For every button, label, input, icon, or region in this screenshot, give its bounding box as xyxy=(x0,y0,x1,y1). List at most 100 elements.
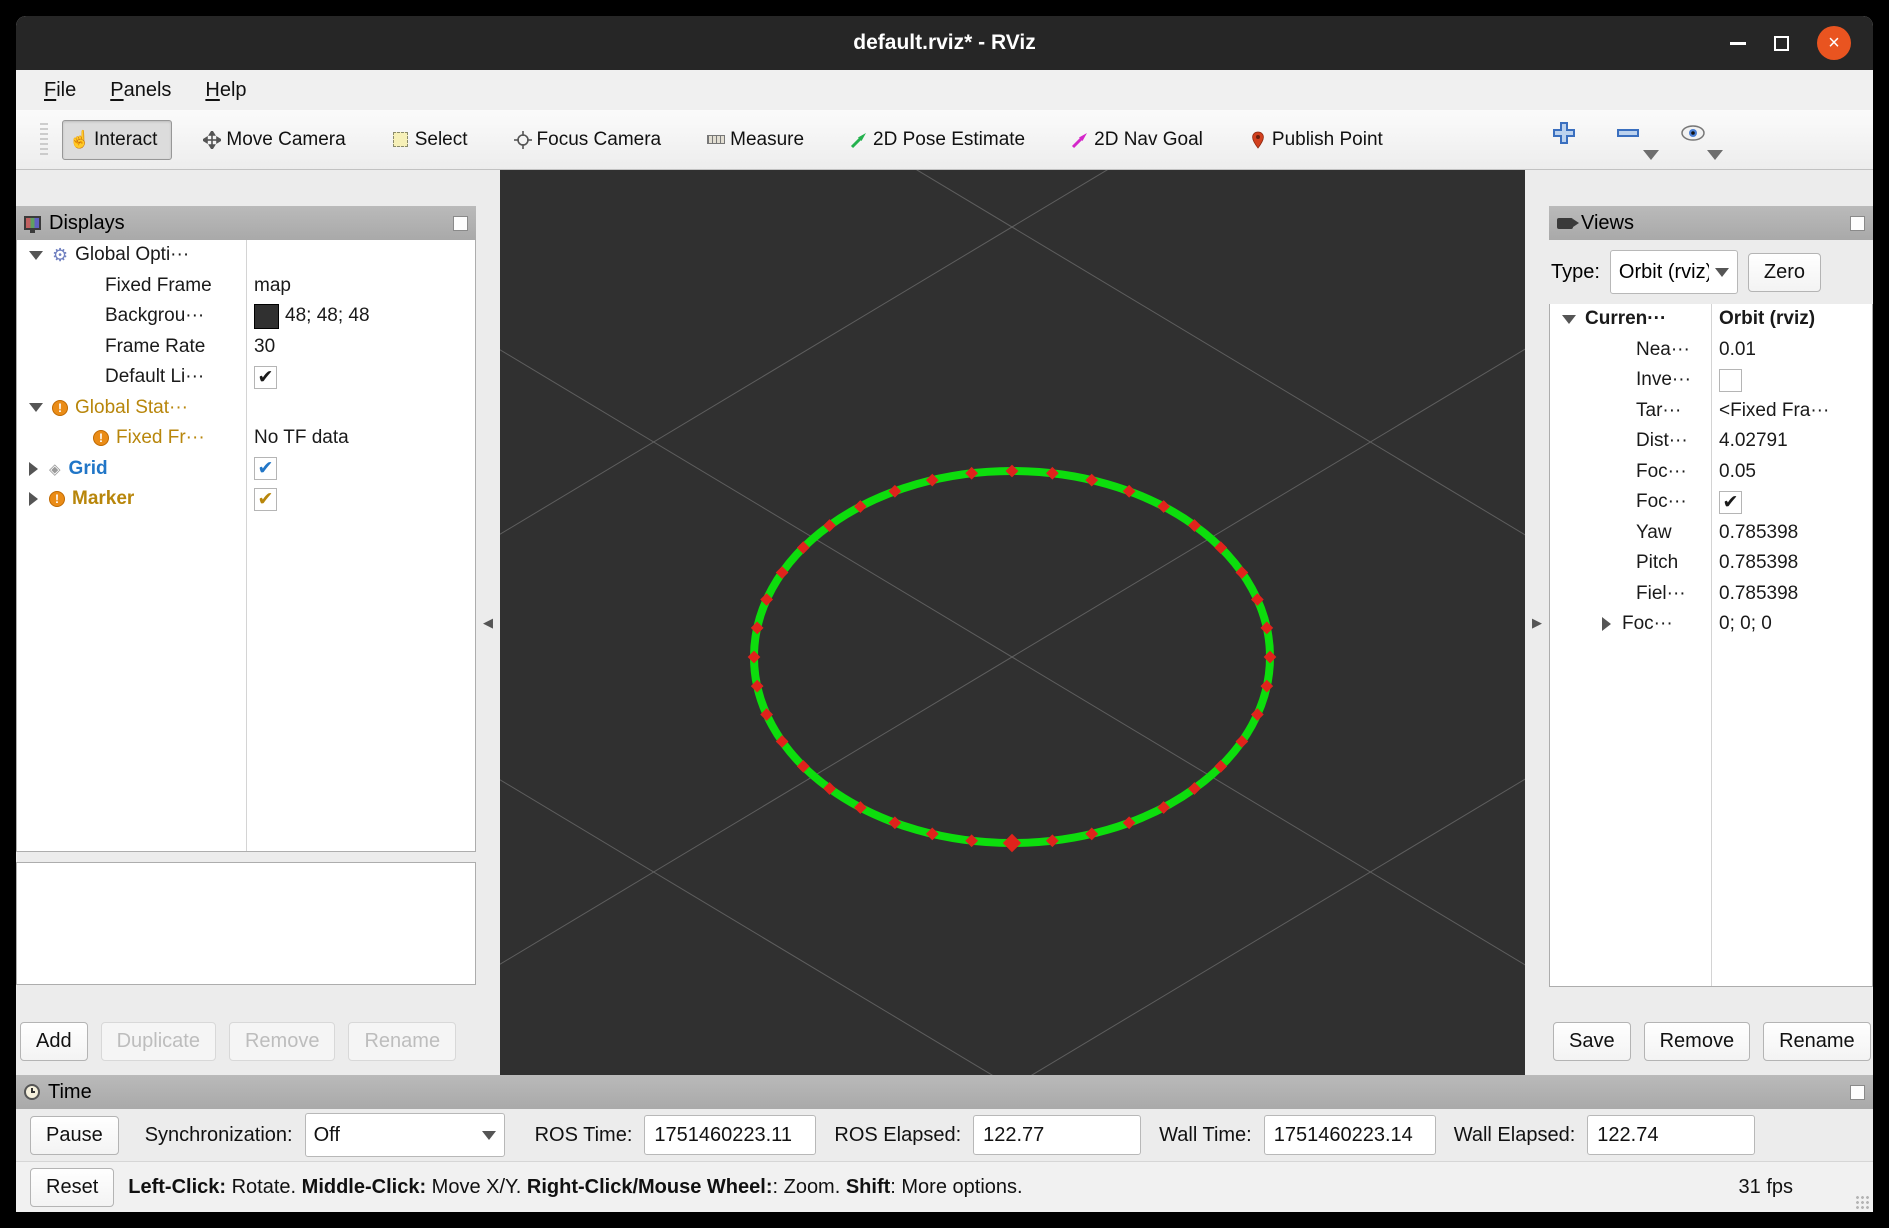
add-plus-icon xyxy=(1551,133,1577,150)
status-bar: Reset Left-Click: Rotate. Middle-Click: … xyxy=(16,1161,1873,1212)
toolbar: ☝ Interact Move Camera Select Focus Came… xyxy=(16,110,1873,170)
fps-counter: 31 fps xyxy=(1739,1176,1793,1199)
ros-time-field[interactable]: 1751460223.11 xyxy=(644,1115,816,1155)
views-panel-titlebar: Views xyxy=(1549,206,1873,240)
viewport-canvas xyxy=(500,170,1525,1075)
pause-button[interactable]: Pause xyxy=(30,1116,119,1155)
time-controls: Pause Synchronization: Off ROS Time: 175… xyxy=(16,1109,1873,1161)
chevron-down-icon[interactable] xyxy=(1707,150,1723,160)
minimize-icon[interactable] xyxy=(1730,42,1746,45)
move-arrows-icon xyxy=(203,131,221,149)
tool-select-button[interactable]: Select xyxy=(383,120,483,160)
checkbox-checked[interactable]: ✔ xyxy=(254,488,277,511)
collapse-left-icon[interactable]: ◀ xyxy=(483,615,493,631)
tool-focus-camera-button[interactable]: Focus Camera xyxy=(505,120,677,160)
left-splitter[interactable]: ◀ xyxy=(476,170,500,1075)
chevron-down-icon[interactable] xyxy=(1643,150,1659,160)
displays-icon xyxy=(24,216,41,230)
views-float-button[interactable] xyxy=(1850,216,1865,231)
toolbar-right-group xyxy=(1551,120,1713,160)
time-panel: Time Pause Synchronization: Off ROS Time… xyxy=(16,1075,1873,1161)
add-tool-button[interactable] xyxy=(1551,120,1585,160)
checkbox-checked[interactable]: ✔ xyxy=(254,366,277,389)
resize-grip[interactable] xyxy=(1855,1195,1869,1209)
gear-icon: ⚙ xyxy=(52,245,68,266)
displays-panel-titlebar: Displays xyxy=(16,206,476,240)
menu-file[interactable]: File xyxy=(44,79,76,102)
time-panel-title: Time xyxy=(48,1081,92,1104)
wall-elapsed-field[interactable]: 122.74 xyxy=(1587,1115,1755,1155)
ros-elapsed-field[interactable]: 122.77 xyxy=(973,1115,1141,1155)
wall-elapsed-label: Wall Elapsed: xyxy=(1454,1124,1576,1147)
wall-time-label: Wall Time: xyxy=(1159,1124,1252,1147)
time-float-button[interactable] xyxy=(1850,1085,1865,1100)
displays-panel: Displays ⚙Global Opti··· Fixed Frame map… xyxy=(16,170,476,1075)
duplicate-button: Duplicate xyxy=(101,1022,216,1061)
main-area: Displays ⚙Global Opti··· Fixed Frame map… xyxy=(16,170,1873,1075)
tool-2d-nav-goal-button[interactable]: 2D Nav Goal xyxy=(1062,120,1218,160)
zero-button[interactable]: Zero xyxy=(1748,253,1821,292)
save-button[interactable]: Save xyxy=(1553,1022,1631,1061)
views-icon xyxy=(1557,218,1573,229)
remove-tool-button[interactable] xyxy=(1615,120,1649,160)
rename-view-button[interactable]: Rename xyxy=(1763,1022,1871,1061)
displays-panel-title: Displays xyxy=(49,212,125,235)
collapse-right-icon[interactable]: ▶ xyxy=(1532,615,1542,631)
column-divider[interactable] xyxy=(1711,304,1712,986)
toolbar-drag-handle[interactable] xyxy=(40,123,48,157)
clock-icon xyxy=(24,1084,40,1100)
green-arrow-icon xyxy=(850,131,868,149)
column-divider[interactable] xyxy=(246,240,247,851)
warning-icon: ! xyxy=(93,430,109,446)
window-title: default.rviz* - RViz xyxy=(853,31,1035,55)
add-button[interactable]: Add xyxy=(20,1022,88,1061)
rviz-window: default.rviz* - RViz × File Panels Help … xyxy=(0,0,1889,1228)
views-panel: Views Type: Orbit (rviz) Zero Curren··· … xyxy=(1549,170,1873,1075)
menubar: File Panels Help xyxy=(16,70,1873,110)
sync-select[interactable]: Off xyxy=(305,1113,505,1157)
collapsed-arrow-icon[interactable] xyxy=(1602,617,1611,631)
visibility-tool-button[interactable] xyxy=(1679,120,1713,160)
remove-minus-icon xyxy=(1615,133,1641,150)
rename-button: Rename xyxy=(348,1022,456,1061)
tool-interact-button[interactable]: ☝ Interact xyxy=(62,120,172,160)
remove-view-button[interactable]: Remove xyxy=(1644,1022,1750,1061)
grid-icon: ◈ xyxy=(49,460,61,478)
displays-float-button[interactable] xyxy=(453,216,468,231)
collapsed-arrow-icon[interactable] xyxy=(29,462,38,476)
expanded-arrow-icon[interactable] xyxy=(29,403,43,412)
warning-icon: ! xyxy=(49,491,65,507)
checkbox-checked[interactable]: ✔ xyxy=(1719,491,1742,514)
sync-label: Synchronization: xyxy=(145,1124,293,1147)
wall-time-field[interactable]: 1751460223.14 xyxy=(1264,1115,1436,1155)
checkbox-checked[interactable]: ✔ xyxy=(254,457,277,480)
menu-help[interactable]: Help xyxy=(205,79,246,102)
time-panel-titlebar: Time xyxy=(16,1075,1873,1109)
close-icon[interactable]: × xyxy=(1817,26,1851,60)
menu-panels[interactable]: Panels xyxy=(110,79,171,102)
tool-publish-point-button[interactable]: Publish Point xyxy=(1240,120,1398,160)
right-splitter[interactable]: ▶ xyxy=(1525,170,1549,1075)
checkbox-unchecked[interactable] xyxy=(1719,369,1742,392)
map-pin-icon xyxy=(1249,131,1267,149)
window-frame: default.rviz* - RViz × File Panels Help … xyxy=(16,16,1873,1212)
expanded-arrow-icon[interactable] xyxy=(1562,315,1576,324)
expanded-arrow-icon[interactable] xyxy=(29,251,43,260)
selection-box-icon xyxy=(392,131,410,149)
tool-2d-pose-estimate-button[interactable]: 2D Pose Estimate xyxy=(841,120,1040,160)
tool-move-camera-button[interactable]: Move Camera xyxy=(194,120,360,160)
views-buttons: Save Remove Rename xyxy=(1549,1022,1873,1075)
3d-viewport[interactable] xyxy=(500,170,1525,1075)
view-type-row: Type: Orbit (rviz) Zero xyxy=(1549,240,1873,304)
help-text: Left-Click: Rotate. Middle-Click: Move X… xyxy=(128,1176,1022,1199)
color-swatch[interactable] xyxy=(254,304,279,329)
chevron-down-icon xyxy=(1715,268,1729,277)
tool-measure-button[interactable]: Measure xyxy=(698,120,819,160)
reset-button[interactable]: Reset xyxy=(30,1168,114,1207)
collapsed-arrow-icon[interactable] xyxy=(29,492,38,506)
displays-tree: ⚙Global Opti··· Fixed Frame map Backgrou… xyxy=(16,240,476,852)
view-type-select[interactable]: Orbit (rviz) xyxy=(1610,250,1738,294)
display-description-pane xyxy=(16,862,476,985)
maximize-icon[interactable] xyxy=(1774,36,1789,51)
warning-icon: ! xyxy=(52,400,68,416)
